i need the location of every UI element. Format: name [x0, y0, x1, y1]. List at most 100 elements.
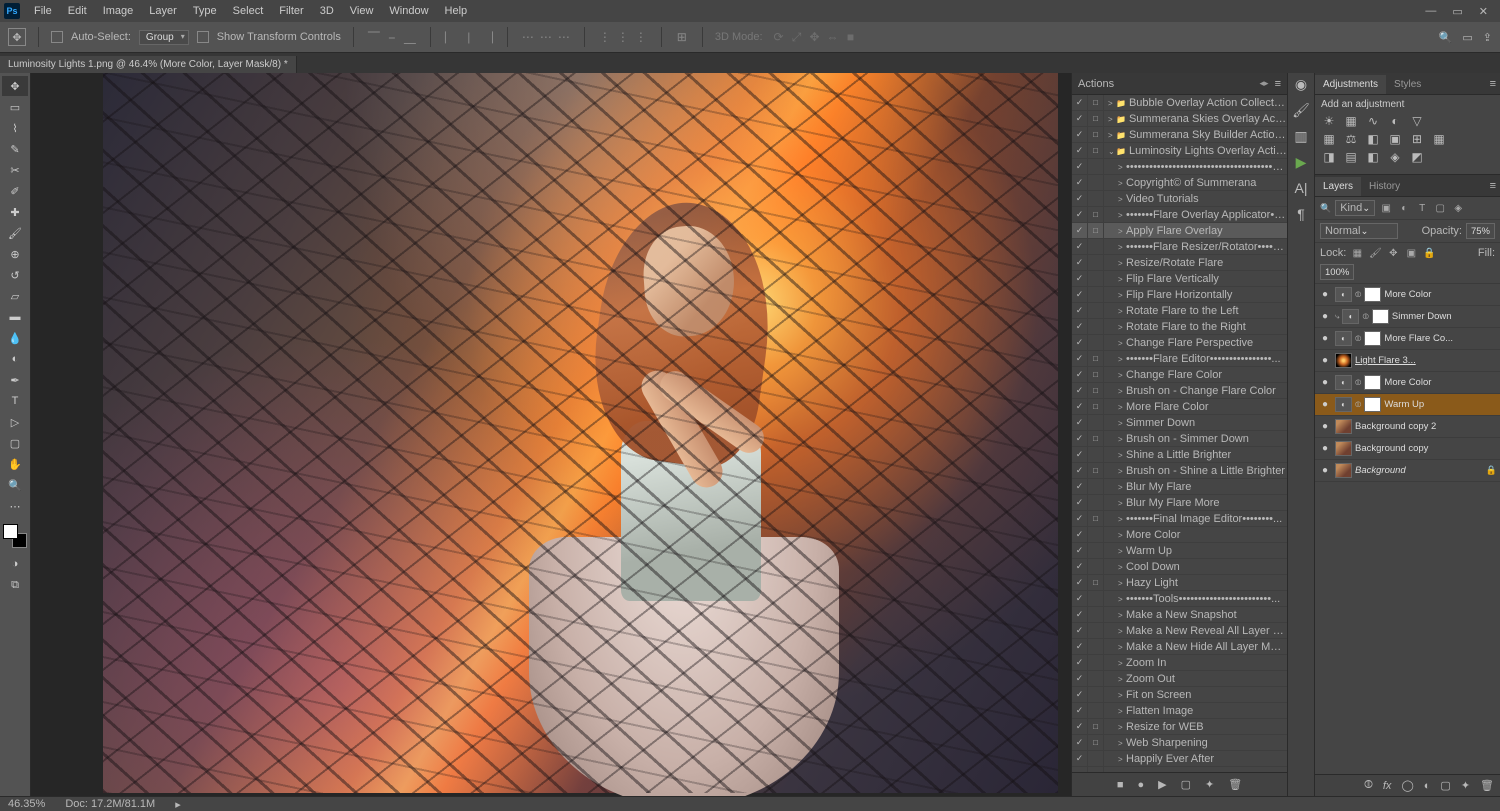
- action-check-icon[interactable]: ✓: [1072, 719, 1088, 734]
- action-check-icon[interactable]: ✓: [1072, 287, 1088, 302]
- action-dialog-icon[interactable]: [1088, 191, 1104, 206]
- action-dialog-icon[interactable]: [1088, 527, 1104, 542]
- maximize-icon[interactable]: ▭: [1452, 5, 1462, 18]
- action-dialog-icon[interactable]: □: [1088, 463, 1104, 478]
- status-zoom[interactable]: 46.35%: [8, 798, 45, 810]
- action-check-icon[interactable]: ✓: [1072, 751, 1088, 766]
- action-dialog-icon[interactable]: □: [1088, 719, 1104, 734]
- action-dialog-icon[interactable]: [1088, 703, 1104, 718]
- layer-kind-dropdown[interactable]: Kind ⌄: [1335, 200, 1375, 216]
- action-check-icon[interactable]: ✓: [1072, 623, 1088, 638]
- filter-adj-icon[interactable]: ◐: [1397, 201, 1411, 215]
- action-check-icon[interactable]: ✓: [1072, 559, 1088, 574]
- collapsed-play-icon[interactable]: ▶: [1292, 153, 1310, 171]
- layer-name[interactable]: Background: [1355, 465, 1483, 476]
- action-check-icon[interactable]: ✓: [1072, 159, 1088, 174]
- layer-fx-icon[interactable]: fx: [1383, 780, 1392, 792]
- zoom-tool[interactable]: 🔍: [2, 475, 28, 495]
- action-check-icon[interactable]: ✓: [1072, 303, 1088, 318]
- current-tool-icon[interactable]: ✥: [8, 28, 26, 46]
- edit-toolbar[interactable]: ⋯: [2, 496, 28, 516]
- action-dialog-icon[interactable]: [1088, 623, 1104, 638]
- action-row[interactable]: ✓>More Color: [1072, 527, 1287, 543]
- action-row[interactable]: ✓□>•••••••Flare Editor••••••••••••••••..…: [1072, 351, 1287, 367]
- action-check-icon[interactable]: ✓: [1072, 207, 1088, 222]
- adj-gradmap-icon[interactable]: ◈: [1387, 150, 1403, 164]
- action-row[interactable]: ✓>Make a New Reveal All Layer Mask (W...…: [1072, 623, 1287, 639]
- document-tab[interactable]: Luminosity Lights 1.png @ 46.4% (More Co…: [0, 56, 297, 73]
- layer-row[interactable]: ●⤷◐⦷Simmer Down: [1315, 306, 1500, 328]
- search-icon[interactable]: 🔍: [1439, 31, 1453, 44]
- action-dialog-icon[interactable]: [1088, 607, 1104, 622]
- 3d-orbit-icon[interactable]: ⟳: [771, 29, 787, 45]
- action-check-icon[interactable]: ✓: [1072, 351, 1088, 366]
- action-dialog-icon[interactable]: [1088, 479, 1104, 494]
- actions-list[interactable]: ✓□>📁Bubble Overlay Action Collection by …: [1072, 95, 1287, 772]
- action-dialog-icon[interactable]: [1088, 751, 1104, 766]
- layer-name[interactable]: Background copy 2: [1355, 421, 1497, 432]
- auto-select-dropdown[interactable]: Group: [139, 30, 189, 45]
- adj-photo-icon[interactable]: ▣: [1387, 132, 1403, 146]
- share-icon[interactable]: ⇪: [1483, 31, 1492, 44]
- visibility-icon[interactable]: ●: [1318, 377, 1332, 388]
- menu-layer[interactable]: Layer: [141, 2, 185, 20]
- actions-collapse-icon[interactable]: ◂▸: [1260, 78, 1269, 89]
- action-row[interactable]: ✓□>•••••••Final Image Editor••••••••...: [1072, 511, 1287, 527]
- action-check-icon[interactable]: ✓: [1072, 527, 1088, 542]
- visibility-icon[interactable]: ●: [1318, 355, 1332, 366]
- align-left-icon[interactable]: ⎸: [443, 29, 459, 45]
- visibility-icon[interactable]: ●: [1318, 421, 1332, 432]
- layer-name[interactable]: Light Flare 3...: [1355, 355, 1497, 366]
- action-check-icon[interactable]: ✓: [1072, 319, 1088, 334]
- adj-posterize-icon[interactable]: ▤: [1343, 150, 1359, 164]
- action-dialog-icon[interactable]: □: [1088, 207, 1104, 222]
- layer-name[interactable]: More Flare Co...: [1384, 333, 1497, 344]
- healing-tool[interactable]: ✚: [2, 202, 28, 222]
- action-row[interactable]: ✓>Fit on Screen: [1072, 687, 1287, 703]
- 3d-roll-icon[interactable]: ⤢: [789, 29, 805, 45]
- action-dialog-icon[interactable]: □: [1088, 511, 1104, 526]
- action-dialog-icon[interactable]: [1088, 159, 1104, 174]
- filter-pixel-icon[interactable]: ▣: [1379, 201, 1393, 215]
- action-row[interactable]: ✓>Make a New Snapshot: [1072, 607, 1287, 623]
- action-check-icon[interactable]: ✓: [1072, 591, 1088, 606]
- collapsed-para-icon[interactable]: ¶: [1292, 205, 1310, 223]
- action-row[interactable]: ✓□>Web Sharpening: [1072, 735, 1287, 751]
- layer-name[interactable]: Simmer Down: [1392, 311, 1497, 322]
- adj-mixer-icon[interactable]: ⊞: [1409, 132, 1425, 146]
- layer-row[interactable]: ●◐⦷Warm Up: [1315, 394, 1500, 416]
- adj-selective-icon[interactable]: ◩: [1409, 150, 1425, 164]
- action-new-icon[interactable]: ✦: [1205, 778, 1214, 791]
- action-dialog-icon[interactable]: [1088, 303, 1104, 318]
- document-canvas[interactable]: [103, 73, 1058, 793]
- collapsed-char-icon[interactable]: A|: [1292, 179, 1310, 197]
- transform-checkbox[interactable]: [197, 31, 209, 43]
- action-check-icon[interactable]: ✓: [1072, 95, 1088, 110]
- filter-shape-icon[interactable]: ▢: [1433, 201, 1447, 215]
- action-check-icon[interactable]: ✓: [1072, 463, 1088, 478]
- action-dialog-icon[interactable]: [1088, 255, 1104, 270]
- action-check-icon[interactable]: ✓: [1072, 175, 1088, 190]
- layer-name[interactable]: Warm Up: [1384, 399, 1497, 410]
- 3d-pan-icon[interactable]: ✥: [807, 29, 823, 45]
- action-dialog-icon[interactable]: □: [1088, 351, 1104, 366]
- action-stop-icon[interactable]: ■: [1117, 779, 1124, 791]
- auto-align-icon[interactable]: ⊞: [674, 29, 690, 45]
- align-hcenter-icon[interactable]: |: [461, 29, 477, 45]
- visibility-icon[interactable]: ●: [1318, 399, 1332, 410]
- lock-pixel-icon[interactable]: 🖌: [1368, 246, 1382, 260]
- align-top-icon[interactable]: ⎺: [366, 29, 382, 45]
- action-row[interactable]: ✓□>Brush on - Change Flare Color: [1072, 383, 1287, 399]
- action-row[interactable]: ✓□>Resize for WEB: [1072, 719, 1287, 735]
- action-row[interactable]: ✓>•••••••Flare Resizer/Rotator••••••••..…: [1072, 239, 1287, 255]
- action-row[interactable]: ✓>Copyright© of Summerana: [1072, 175, 1287, 191]
- action-row[interactable]: ✓>Change Flare Perspective: [1072, 335, 1287, 351]
- action-check-icon[interactable]: ✓: [1072, 495, 1088, 510]
- action-dialog-icon[interactable]: [1088, 287, 1104, 302]
- menu-file[interactable]: File: [26, 2, 60, 20]
- action-row[interactable]: ✓□>📁Bubble Overlay Action Collection by …: [1072, 95, 1287, 111]
- layer-link-icon[interactable]: ⦷: [1364, 779, 1373, 792]
- adjustments-menu-icon[interactable]: ≡: [1486, 74, 1500, 94]
- action-row[interactable]: ✓>Zoom In: [1072, 655, 1287, 671]
- action-row[interactable]: ✓>Resize/Rotate Flare: [1072, 255, 1287, 271]
